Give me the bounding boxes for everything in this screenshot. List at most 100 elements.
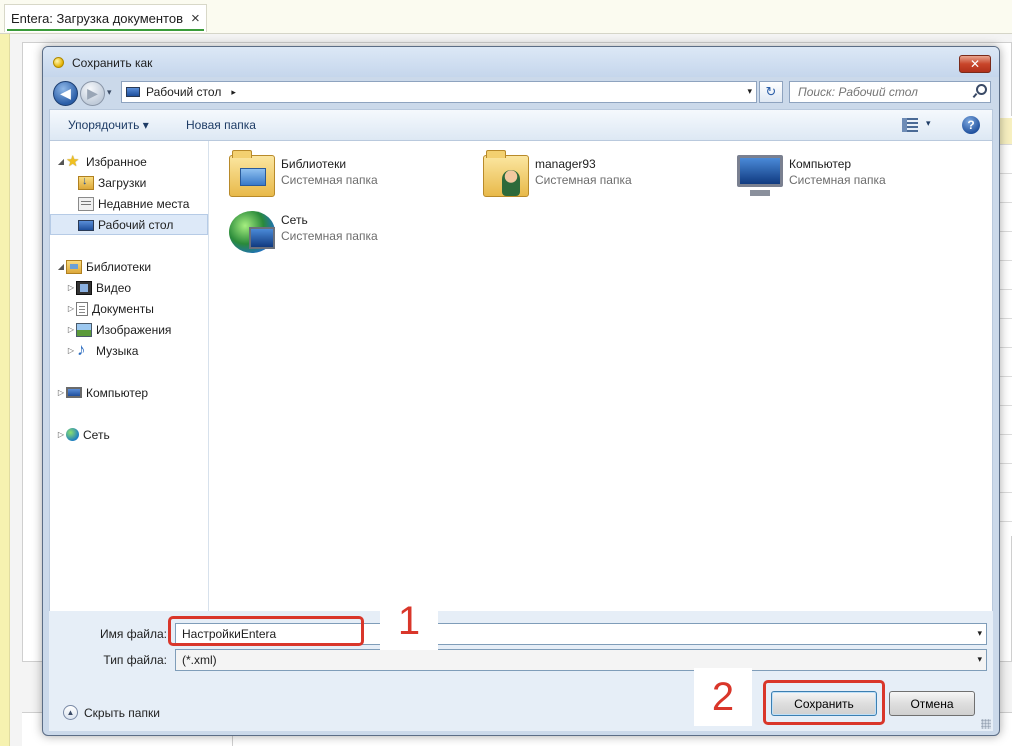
filetype-label: Тип файла: <box>103 653 167 667</box>
tab-close-icon[interactable]: × <box>191 10 200 27</box>
tree-label: Библиотеки <box>86 259 152 274</box>
file-list: Библиотеки Системная папка manager93 Сис… <box>209 141 993 611</box>
address-location[interactable]: Рабочий стол <box>146 85 221 99</box>
tree-label: Сеть <box>83 427 110 442</box>
recent-places-icon <box>78 196 94 211</box>
dialog-title: Сохранить как <box>72 56 153 70</box>
help-icon[interactable]: ? <box>962 116 980 134</box>
collapse-up-icon: ▲ <box>63 705 78 720</box>
new-folder-button[interactable]: Новая папка <box>186 118 256 132</box>
filename-dropdown-icon[interactable]: ▾ <box>977 628 982 639</box>
file-item-computer[interactable]: Компьютер Системная папка <box>737 153 977 201</box>
filetype-dropdown-icon[interactable]: ▾ <box>977 654 982 665</box>
expand-icon[interactable]: ◢ <box>56 262 66 271</box>
images-icon <box>76 322 92 337</box>
desktop-icon <box>126 87 140 97</box>
resize-grip-icon[interactable] <box>981 719 991 729</box>
file-item-libraries[interactable]: Библиотеки Системная папка <box>229 150 469 201</box>
expand-icon[interactable]: ▷ <box>66 325 76 334</box>
tree-item-downloads[interactable]: Загрузки <box>50 172 208 193</box>
downloads-folder-icon <box>78 175 94 190</box>
tab-entera-upload[interactable]: Entera: Загрузка документов × <box>4 4 207 32</box>
tree-label: Изображения <box>96 322 172 337</box>
annotation-highlight-save <box>763 680 885 725</box>
tree-label: Избранное <box>86 154 147 169</box>
tab-title: Entera: Загрузка документов <box>11 11 184 26</box>
computer-icon <box>66 387 82 398</box>
file-item-manager93[interactable]: manager93 Системная папка <box>483 150 723 201</box>
video-icon <box>76 280 92 295</box>
file-type: Системная папка <box>281 229 378 243</box>
file-type: Системная папка <box>789 173 886 187</box>
libraries-icon <box>66 259 82 274</box>
tree-item-documents[interactable]: ▷ Документы <box>50 298 208 319</box>
tree-item-network[interactable]: ▷ Сеть <box>50 424 208 445</box>
tree-item-music[interactable]: ▷ Музыка <box>50 340 208 361</box>
file-name: Компьютер <box>789 157 852 171</box>
filetype-value: (*.xml) <box>182 653 217 667</box>
filename-label: Имя файла: <box>100 627 167 641</box>
file-name: Сеть <box>281 213 308 227</box>
tree-item-desktop[interactable]: Рабочий стол <box>50 214 208 235</box>
expand-icon[interactable]: ◢ <box>56 157 66 166</box>
expand-icon[interactable]: ▷ <box>66 304 76 313</box>
hide-folders-button[interactable]: ▲ Скрыть папки <box>63 705 160 720</box>
desktop-icon <box>78 219 94 231</box>
app-tab-bar: Entera: Загрузка документов × <box>0 0 1012 34</box>
tree-item-favorites[interactable]: ◢ Избранное <box>50 151 208 172</box>
tree-label: Рабочий стол <box>98 217 174 232</box>
expand-icon[interactable]: ▷ <box>56 388 66 397</box>
tree-label: Документы <box>92 301 154 316</box>
view-options-icon[interactable] <box>902 118 918 132</box>
annotation-step-2: 2 <box>694 668 752 726</box>
search-input[interactable] <box>789 81 991 103</box>
address-bar[interactable]: Рабочий стол ▸ ▾ <box>121 81 757 103</box>
dialog-close-button[interactable]: ✕ <box>959 55 991 73</box>
tree-label: Видео <box>96 280 132 295</box>
refresh-button[interactable]: ↻ <box>759 81 783 103</box>
annotation-step-1: 1 <box>380 592 438 650</box>
computer-icon <box>737 155 783 196</box>
file-item-network[interactable]: Сеть Системная папка <box>229 209 469 257</box>
dialog-app-icon <box>53 57 64 68</box>
tree-item-images[interactable]: ▷ Изображения <box>50 319 208 340</box>
tree-label: Музыка <box>96 343 139 358</box>
navigation-bar: ◀ ▶ ▾ Рабочий стол ▸ ▾ ↻ <box>43 77 999 109</box>
forward-button[interactable]: ▶ <box>80 81 105 106</box>
tree-item-video[interactable]: ▷ Видео <box>50 277 208 298</box>
view-options-chevron-icon[interactable]: ▾ <box>926 118 931 129</box>
expand-icon[interactable]: ▷ <box>66 283 76 292</box>
cancel-button[interactable]: Отмена <box>889 691 975 716</box>
organize-button[interactable]: Упорядочить ▾ <box>68 118 149 132</box>
star-icon <box>66 152 82 170</box>
network-icon <box>66 428 79 441</box>
filetype-select[interactable]: (*.xml) ▾ <box>175 649 987 671</box>
tree-item-libraries[interactable]: ◢ Библиотеки <box>50 256 208 277</box>
libraries-folder-icon <box>229 150 275 197</box>
tree-label: Загрузки <box>98 175 147 190</box>
tree-label: Недавние места <box>98 196 190 211</box>
navigation-pane: ◢ Избранное Загрузки Недавние места Рабо… <box>49 141 209 611</box>
search-icon[interactable] <box>973 84 987 98</box>
address-dropdown-icon[interactable]: ▾ <box>747 86 752 97</box>
hide-folders-label: Скрыть папки <box>84 705 160 720</box>
network-icon <box>229 211 275 253</box>
tree-label: Компьютер <box>86 385 149 400</box>
music-icon <box>76 340 92 360</box>
expand-icon[interactable]: ▷ <box>66 346 76 355</box>
dialog-titlebar: Сохранить как ✕ <box>43 47 999 77</box>
file-type: Системная папка <box>281 173 378 187</box>
back-button[interactable]: ◀ <box>53 81 78 106</box>
command-bar: Упорядочить ▾ Новая папка ▾ ? <box>49 109 993 141</box>
annotation-highlight-filename <box>168 616 364 646</box>
breadcrumb-arrow-icon[interactable]: ▸ <box>231 87 236 98</box>
user-folder-icon <box>483 150 529 197</box>
file-name: manager93 <box>535 157 596 171</box>
file-type: Системная папка <box>535 173 632 187</box>
recent-locations-chevron-icon[interactable]: ▾ <box>107 87 112 98</box>
tree-item-recent-places[interactable]: Недавние места <box>50 193 208 214</box>
documents-icon <box>76 301 88 316</box>
expand-icon[interactable]: ▷ <box>56 430 66 439</box>
tree-item-computer[interactable]: ▷ Компьютер <box>50 382 208 403</box>
app-table-row-selected <box>998 118 1012 144</box>
